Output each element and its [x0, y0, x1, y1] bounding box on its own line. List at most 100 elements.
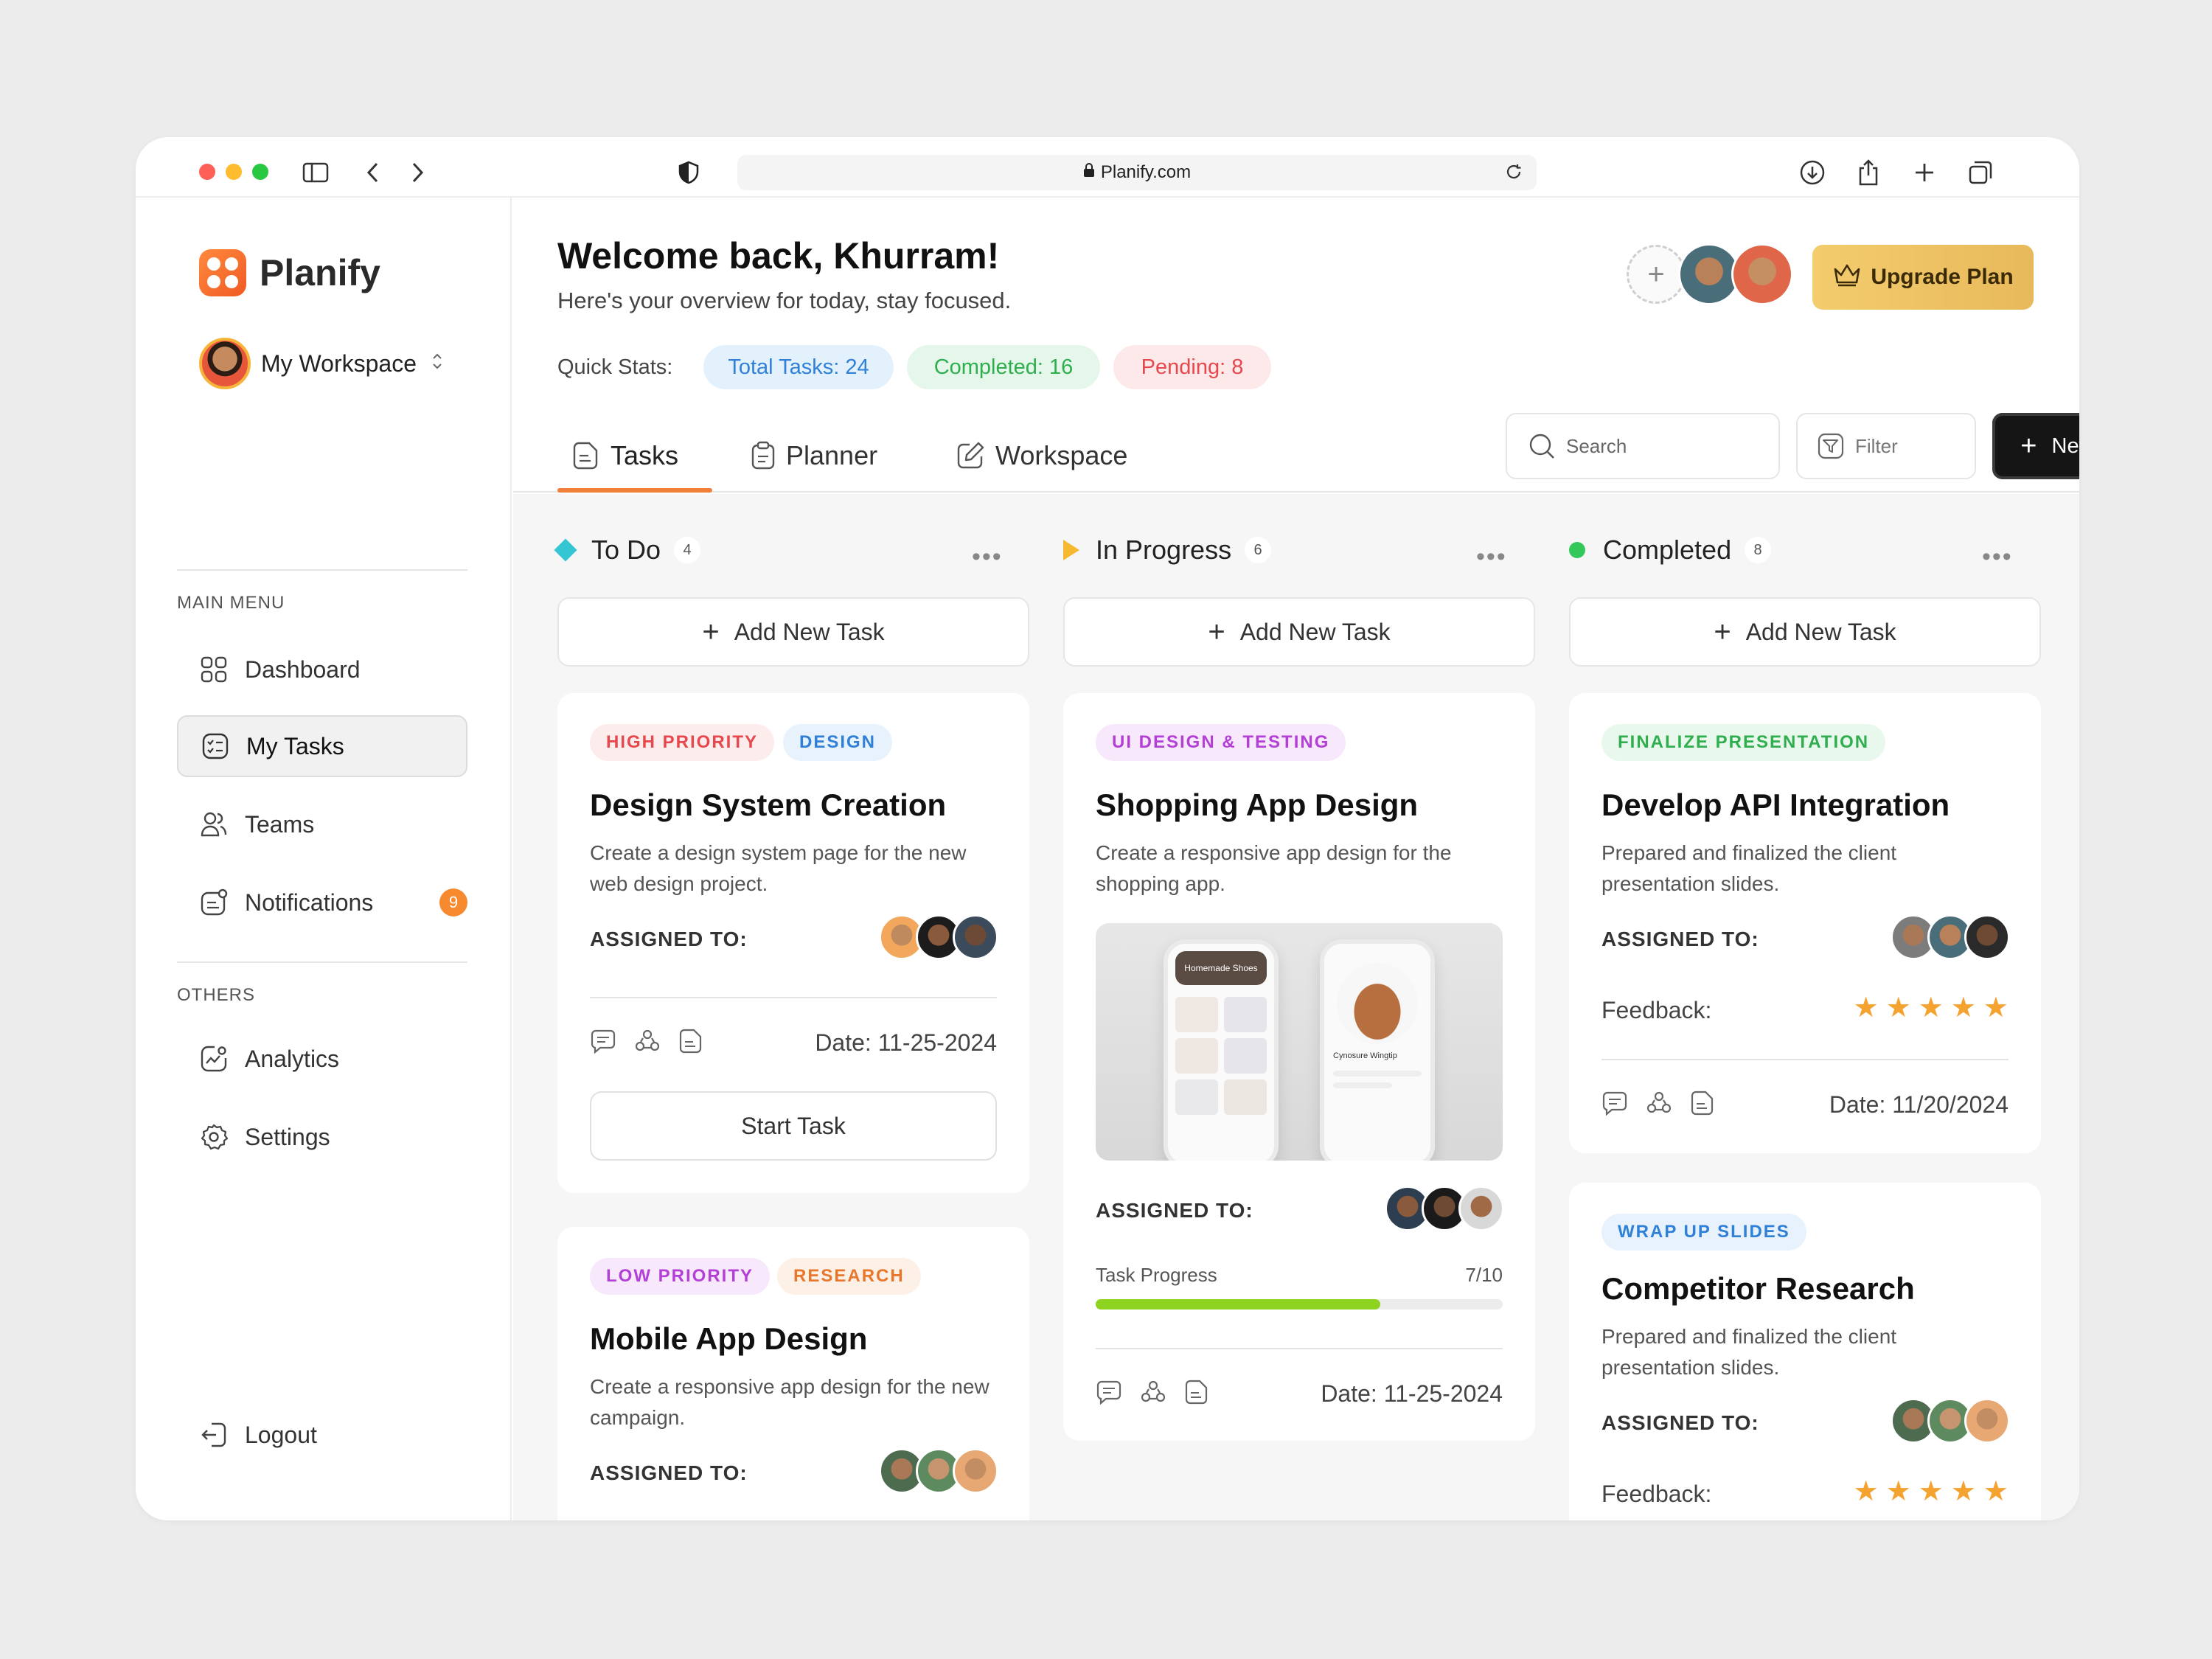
download-icon[interactable] [1796, 156, 1829, 189]
workspace-switcher[interactable]: My Workspace [199, 338, 443, 389]
sidebar-item-label: Dashboard [245, 655, 361, 683]
progress-fill [1096, 1299, 1381, 1310]
mockup-header: Homemade Shoes [1175, 951, 1267, 985]
minimize-window-dot[interactable] [226, 164, 242, 180]
page-title: Welcome back, Khurram! [557, 235, 1000, 276]
clipboard-icon [751, 441, 776, 470]
comment-icon[interactable] [1601, 1090, 1628, 1116]
logout-label: Logout [245, 1421, 317, 1448]
phone-mockup-list: Homemade Shoes [1164, 939, 1279, 1161]
tab-planner[interactable]: Planner [751, 419, 877, 493]
tab-overview-icon[interactable] [1964, 156, 1997, 189]
assignee-avatars [879, 914, 998, 960]
address-bar[interactable]: Planify.com [737, 155, 1537, 190]
add-new-task-button[interactable]: + Add New Task [1569, 597, 2041, 667]
add-new-task-button[interactable]: + Add New Task [1063, 597, 1535, 667]
task-title: Design System Creation [590, 787, 947, 822]
task-card[interactable]: HIGH PRIORITY DESIGN Design System Creat… [557, 693, 1029, 1193]
grid-icon [199, 655, 229, 684]
star-icon: ★ [1918, 1476, 1944, 1507]
doc-icon [572, 441, 600, 470]
task-description: Create a responsive app design for the s… [1096, 841, 1452, 895]
forward-icon[interactable] [401, 156, 434, 189]
star-icon: ★ [1950, 1476, 1976, 1507]
sidebar-toggle-icon[interactable] [299, 156, 332, 189]
start-task-button[interactable]: Start Task [590, 1091, 997, 1161]
browser-toolbar: Planify.com [136, 137, 2079, 198]
attachment-doc-icon[interactable] [678, 1028, 703, 1054]
sidebar-item-dashboard[interactable]: Dashboard [177, 639, 467, 700]
rating-stars: ★ ★ ★ ★ ★ [1846, 1475, 2008, 1508]
shoe-product-image [1337, 963, 1418, 1044]
privacy-shield-icon[interactable] [672, 156, 705, 189]
mockup-line [1333, 1082, 1392, 1088]
edit-icon [956, 441, 985, 470]
assignee-avatar[interactable] [1458, 1186, 1504, 1231]
sidebar-item-teams[interactable]: Teams [177, 793, 467, 855]
crown-icon [1832, 262, 1862, 293]
completed-pill[interactable]: Completed: 16 [907, 345, 1100, 389]
sidebar-item-my-tasks[interactable]: My Tasks [177, 715, 467, 777]
collaborate-icon[interactable] [1646, 1090, 1672, 1116]
maximize-window-dot[interactable] [252, 164, 268, 180]
more-options-icon[interactable]: ••• [972, 543, 1003, 571]
kanban-board: To Do 4 ••• + Add New Task HIGH PRIORITY… [513, 494, 2079, 1520]
collaborate-icon[interactable] [1140, 1379, 1166, 1405]
upgrade-plan-button[interactable]: Upgrade Plan [1812, 245, 2034, 310]
star-icon: ★ [1885, 1476, 1911, 1507]
filter-button[interactable]: Filter [1796, 413, 1976, 479]
shoe-thumb [1224, 1079, 1267, 1115]
task-description: Prepared and finalized the client presen… [1601, 841, 1897, 895]
assignee-avatar[interactable] [953, 914, 998, 960]
comment-icon[interactable] [590, 1028, 616, 1054]
close-window-dot[interactable] [199, 164, 215, 180]
star-icon: ★ [1853, 1476, 1879, 1507]
add-task-label: Add New Task [1745, 618, 1896, 645]
task-description: Create a design system page for the new … [590, 841, 967, 895]
more-options-icon[interactable]: ••• [1982, 543, 2013, 571]
member-avatar[interactable] [1731, 243, 1793, 305]
attachment-doc-icon[interactable] [1690, 1090, 1715, 1116]
sidebar-item-notifications[interactable]: Notifications 9 [177, 872, 467, 933]
feedback-label: Feedback: [1601, 1481, 1712, 1507]
assignee-avatar[interactable] [953, 1448, 998, 1494]
comment-icon[interactable] [1096, 1379, 1122, 1405]
page-subtitle: Here's your overview for today, stay foc… [557, 288, 1012, 313]
assignee-avatar[interactable] [1964, 914, 2010, 960]
task-card[interactable]: UI DESIGN & TESTING Shopping App Design … [1063, 693, 1535, 1441]
back-icon[interactable] [357, 156, 389, 189]
add-task-label: Add New Task [1239, 618, 1391, 645]
tab-tasks[interactable]: Tasks [572, 419, 678, 493]
brand-logo[interactable]: Planify [199, 249, 380, 296]
url-text: Planify.com [1100, 162, 1192, 182]
new-task-label: New Task [2051, 434, 2080, 458]
logout-button[interactable]: Logout [177, 1404, 467, 1466]
due-date: Date: 11-25-2024 [815, 1029, 997, 1056]
pending-pill[interactable]: Pending: 8 [1113, 345, 1271, 389]
tab-workspace[interactable]: Workspace [956, 419, 1127, 493]
tag-high-priority: HIGH PRIORITY [590, 724, 775, 761]
new-task-button[interactable]: + New Task [1992, 413, 2079, 479]
collaborate-icon[interactable] [634, 1028, 661, 1054]
task-card[interactable]: WRAP UP SLIDES Competitor Research Prepa… [1569, 1183, 2041, 1520]
add-member-button[interactable]: + [1627, 245, 1686, 304]
plus-icon: + [2020, 431, 2037, 462]
share-icon[interactable] [1852, 156, 1885, 189]
task-card[interactable]: LOW PRIORITY RESEARCH Mobile App Design … [557, 1227, 1029, 1520]
assignee-avatar[interactable] [1964, 1398, 2010, 1444]
task-title: Develop API Integration [1601, 787, 1950, 822]
users-icon [199, 810, 229, 839]
new-tab-icon[interactable] [1908, 156, 1941, 189]
sidebar-item-label: My Tasks [246, 732, 344, 759]
total-tasks-pill[interactable]: Total Tasks: 24 [703, 345, 894, 389]
search-input[interactable]: Search [1506, 413, 1780, 479]
sidebar-item-analytics[interactable]: Analytics [177, 1028, 467, 1090]
attachment-doc-icon[interactable] [1184, 1379, 1209, 1405]
assigned-label: ASSIGNED TO: [1601, 928, 1759, 950]
star-icon: ★ [1983, 992, 2008, 1023]
more-options-icon[interactable]: ••• [1476, 543, 1507, 571]
add-new-task-button[interactable]: + Add New Task [557, 597, 1029, 667]
task-card[interactable]: FINALIZE PRESENTATION Develop API Integr… [1569, 693, 2041, 1153]
sidebar-item-settings[interactable]: Settings [177, 1106, 467, 1168]
reload-icon[interactable] [1504, 162, 1523, 187]
